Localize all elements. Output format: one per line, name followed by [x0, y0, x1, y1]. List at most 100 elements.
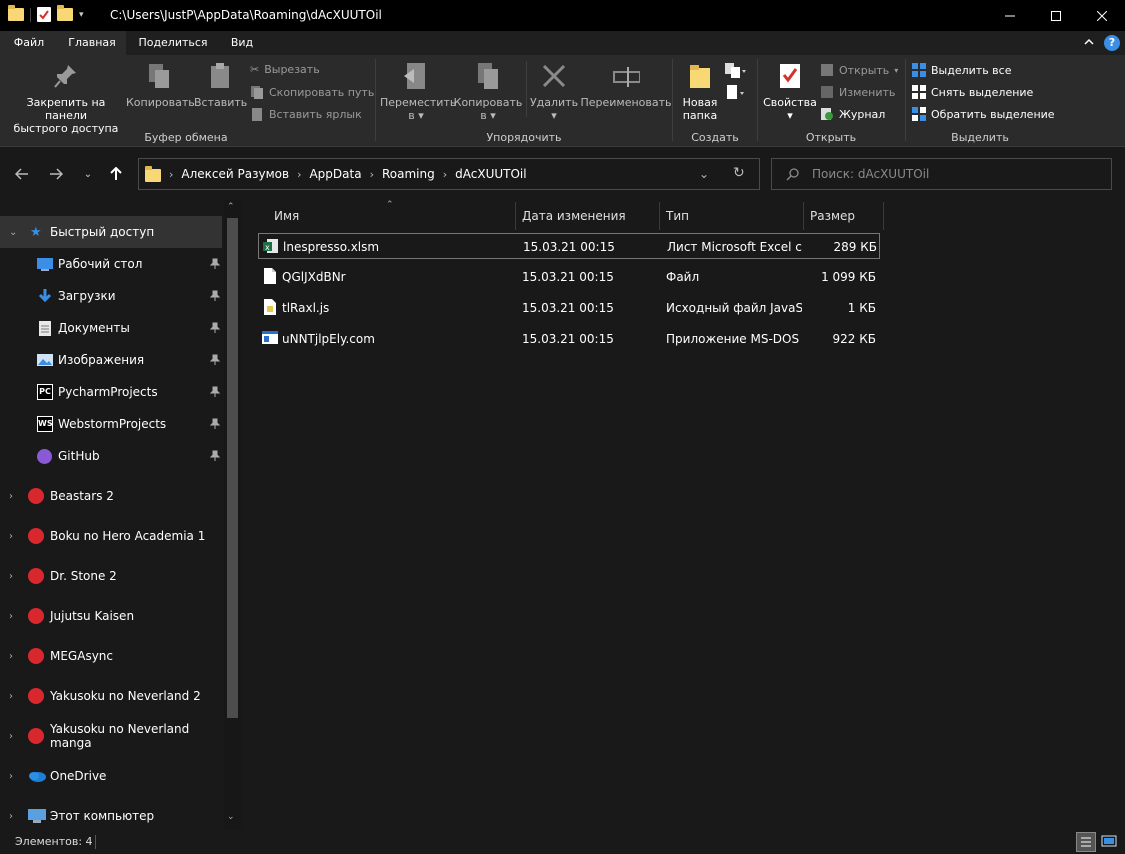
- sidebar-item-quick-access[interactable]: ⌄ ★ Быстрый доступ: [0, 216, 222, 248]
- customize-quick-access-icon[interactable]: ▾: [79, 10, 84, 20]
- file-row[interactable]: x lnespresso.xlsm 15.03.21 00:15 Лист Mi…: [258, 233, 880, 259]
- properties-quick-icon[interactable]: [37, 7, 51, 22]
- sidebar-item-beastars[interactable]: › Beastars 2: [0, 480, 222, 512]
- properties-button[interactable]: Свойства ▾: [762, 61, 818, 122]
- pin-icon[interactable]: [210, 450, 220, 462]
- chevron-right-icon[interactable]: ›: [9, 531, 19, 542]
- minimize-button[interactable]: [987, 0, 1033, 31]
- tab-view[interactable]: Вид: [222, 31, 262, 55]
- sidebar-item-downloads[interactable]: Загрузки: [0, 280, 222, 312]
- copy-path-button[interactable]: Скопировать путь: [250, 85, 374, 99]
- chevron-right-icon[interactable]: ›: [9, 491, 19, 502]
- tab-file[interactable]: Файл: [0, 31, 58, 55]
- file-row[interactable]: uNNTjlpEly.com 15.03.21 00:15 Приложение…: [258, 326, 880, 352]
- address-bar[interactable]: › Алексей Разумов › AppData › Roaming › …: [138, 158, 760, 190]
- sidebar-item-pictures[interactable]: Изображения: [0, 344, 222, 376]
- pin-icon[interactable]: [210, 354, 220, 366]
- pin-icon[interactable]: [210, 322, 220, 334]
- sidebar-item-dr-stone[interactable]: › Dr. Stone 2: [0, 560, 222, 592]
- chevron-right-icon[interactable]: ›: [9, 571, 19, 582]
- sidebar-item-pycharm[interactable]: PC PycharmProjects: [0, 376, 222, 408]
- history-button[interactable]: Журнал: [820, 107, 885, 121]
- delete-button[interactable]: Удалить ▾: [528, 61, 580, 122]
- sidebar-item-boku-no-hero[interactable]: › Boku no Hero Academia 1: [0, 520, 222, 552]
- scroll-up-icon[interactable]: ⌃: [227, 202, 235, 212]
- column-header-date[interactable]: Дата изменения: [516, 202, 660, 230]
- column-header-size[interactable]: Размер: [804, 202, 884, 230]
- help-icon[interactable]: ?: [1104, 35, 1120, 51]
- pin-icon[interactable]: [210, 418, 220, 430]
- copy-button[interactable]: Копировать: [126, 61, 195, 109]
- tab-home[interactable]: Главная: [58, 31, 126, 55]
- scroll-down-icon[interactable]: ⌄: [227, 812, 235, 822]
- tab-share[interactable]: Поделиться: [130, 31, 216, 55]
- chevron-right-icon[interactable]: ›: [9, 771, 19, 782]
- sidebar-item-onedrive[interactable]: › OneDrive: [0, 760, 222, 792]
- new-item-icon[interactable]: [725, 63, 747, 79]
- chevron-right-icon[interactable]: ›: [9, 691, 19, 702]
- chevron-expanded-icon[interactable]: ⌄: [9, 227, 19, 238]
- column-header-name[interactable]: Имя: [268, 202, 516, 230]
- file-row[interactable]: QGlJXdBNr 15.03.21 00:15 Файл 1 099 КБ: [258, 264, 880, 290]
- copy-to-button[interactable]: Копировать в ▾: [452, 61, 524, 122]
- new-folder-quick-icon[interactable]: [57, 5, 73, 21]
- chevron-right-icon[interactable]: ›: [9, 651, 19, 662]
- pin-icon[interactable]: [210, 290, 220, 302]
- chevron-right-icon[interactable]: ›: [9, 611, 19, 622]
- maximize-button[interactable]: [1033, 0, 1079, 31]
- large-icons-view-button[interactable]: [1100, 832, 1120, 852]
- select-none-button[interactable]: Снять выделение: [912, 85, 1033, 99]
- breadcrumb-item[interactable]: dAcXUUTOil: [455, 167, 526, 181]
- scrollbar-thumb[interactable]: [227, 218, 238, 718]
- easy-access-icon[interactable]: [725, 85, 747, 101]
- back-button[interactable]: [10, 162, 34, 186]
- breadcrumb-item[interactable]: Алексей Разумов: [181, 167, 289, 181]
- chevron-right-icon[interactable]: ›: [443, 168, 447, 181]
- sidebar-item-documents[interactable]: Документы: [0, 312, 222, 344]
- paste-shortcut-button[interactable]: Вставить ярлык: [250, 107, 362, 121]
- cut-button[interactable]: ✂ Вырезать: [250, 63, 320, 76]
- open-dropdown-icon[interactable]: ▾: [894, 66, 898, 75]
- sidebar-item-github[interactable]: GitHub: [0, 440, 222, 472]
- up-button[interactable]: [104, 162, 128, 186]
- sidebar-item-neverland-2[interactable]: › Yakusoku no Neverland 2: [0, 680, 222, 712]
- file-row[interactable]: tlRaxl.js 15.03.21 00:15 Исходный файл J…: [258, 295, 880, 321]
- sidebar-item-jujutsu-kaisen[interactable]: › Jujutsu Kaisen: [0, 600, 222, 632]
- new-folder-button[interactable]: Новая папка: [677, 61, 723, 122]
- details-view-button[interactable]: [1076, 832, 1096, 852]
- address-dropdown-icon[interactable]: ⌄: [699, 167, 709, 181]
- chevron-right-icon[interactable]: ›: [297, 168, 301, 181]
- sidebar-item-webstorm[interactable]: WS WebstormProjects: [0, 408, 222, 440]
- chevron-right-icon[interactable]: ›: [169, 168, 173, 181]
- pin-icon[interactable]: [210, 386, 220, 398]
- sidebar-item-megasync[interactable]: › MEGAsync: [0, 640, 222, 672]
- forward-button[interactable]: [44, 162, 68, 186]
- invert-selection-button[interactable]: Обратить выделение: [912, 107, 1055, 121]
- chevron-right-icon[interactable]: ›: [9, 731, 19, 742]
- properties-dropdown-icon[interactable]: ▾: [762, 109, 818, 122]
- edit-button[interactable]: Изменить: [820, 85, 895, 99]
- pin-quick-access-button[interactable]: Закрепить на панели быстрого доступа: [4, 61, 128, 135]
- recent-locations-button[interactable]: ⌄: [76, 162, 100, 186]
- chevron-right-icon[interactable]: ›: [370, 168, 374, 181]
- column-header-type[interactable]: Тип: [660, 202, 804, 230]
- refresh-icon[interactable]: ↻: [733, 165, 745, 181]
- paste-button[interactable]: Вставить: [194, 61, 247, 109]
- breadcrumb-item[interactable]: AppData: [309, 167, 361, 181]
- close-button[interactable]: [1079, 0, 1125, 31]
- delete-dropdown-icon[interactable]: ▾: [528, 109, 580, 122]
- sidebar-item-this-pc[interactable]: › Этот компьютер: [0, 800, 222, 832]
- search-box[interactable]: Поиск: dAcXUUTOil: [771, 158, 1112, 190]
- collapse-ribbon-icon[interactable]: [1083, 36, 1097, 50]
- sidebar-item-neverland-manga[interactable]: › Yakusoku no Neverland manga: [0, 720, 222, 752]
- breadcrumb-item[interactable]: Roaming: [382, 167, 435, 181]
- move-to-button[interactable]: Переместить в ▾: [380, 61, 456, 122]
- sidebar-scrollbar[interactable]: ⌃ ⌄: [224, 200, 241, 830]
- folder-app-icon[interactable]: [8, 5, 24, 21]
- chevron-right-icon[interactable]: ›: [9, 811, 19, 822]
- open-button[interactable]: Открыть ▾: [820, 63, 898, 77]
- rename-button[interactable]: Переименовать: [580, 61, 672, 109]
- pin-icon[interactable]: [210, 258, 220, 270]
- sidebar-item-desktop[interactable]: Рабочий стол: [0, 248, 222, 280]
- select-all-button[interactable]: Выделить все: [912, 63, 1011, 77]
